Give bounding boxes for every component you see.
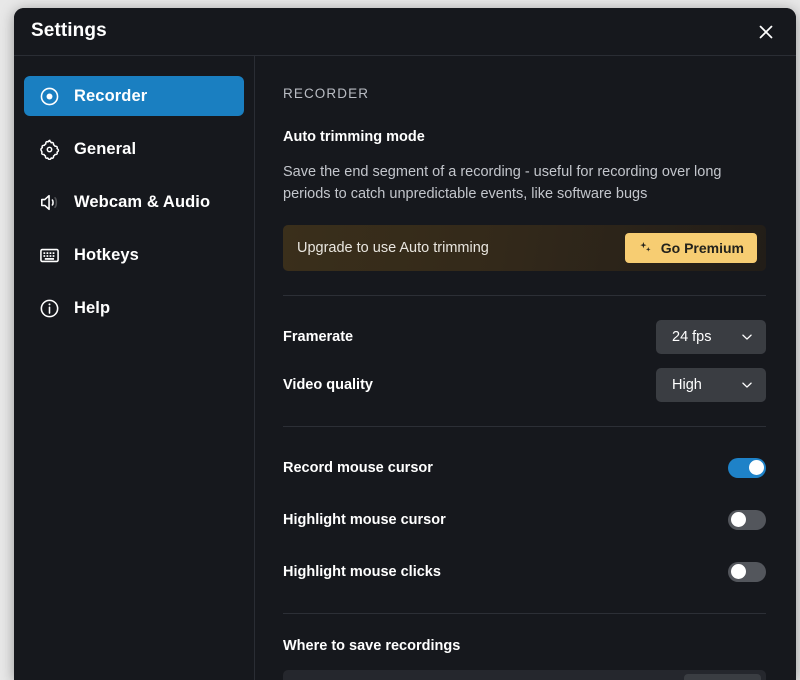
sidebar-item-webcam-audio[interactable]: Webcam & Audio [24, 182, 244, 222]
sidebar-item-general[interactable]: General [24, 129, 244, 169]
sidebar-item-label: Hotkeys [74, 245, 139, 264]
sidebar-item-help[interactable]: Help [24, 288, 244, 328]
sidebar-item-label: Webcam & Audio [74, 192, 211, 211]
upgrade-banner-text: Upgrade to use Auto trimming [297, 239, 489, 256]
video-quality-label: Video quality [283, 376, 373, 393]
close-button[interactable] [750, 16, 782, 48]
section-heading: RECORDER [283, 86, 370, 101]
highlight-mouse-cursor-label: Highlight mouse cursor [283, 511, 446, 528]
framerate-row: Framerate 24 fps [283, 319, 766, 354]
save-location-field[interactable]: C:\Users\Administrator\Videos\Flashback … [283, 669, 766, 680]
page-title: Settings [31, 20, 107, 41]
upgrade-banner: Upgrade to use Auto trimming Go Premium [283, 224, 766, 271]
toggle-knob [748, 460, 764, 476]
record-mouse-cursor-row: Record mouse cursor [283, 451, 766, 485]
toggle-knob [730, 512, 746, 528]
video-quality-value: High [672, 376, 702, 393]
auto-trimming-title: Auto trimming mode [283, 129, 425, 145]
highlight-mouse-cursor-toggle[interactable] [728, 509, 766, 530]
title-bar: Settings [14, 8, 796, 56]
video-quality-row: Video quality High [283, 367, 766, 402]
info-circle-icon [38, 297, 60, 319]
highlight-mouse-clicks-row: Highlight mouse clicks [283, 555, 766, 589]
sidebar-item-label: Help [74, 298, 111, 317]
auto-trimming-description: Save the end segment of a recording - us… [283, 164, 722, 203]
chevron-down-icon [742, 382, 752, 388]
highlight-mouse-clicks-label: Highlight mouse clicks [283, 563, 441, 580]
sidebar-item-label: Recorder [74, 86, 148, 105]
framerate-value: 24 fps [672, 328, 712, 345]
highlight-mouse-cursor-row: Highlight mouse cursor [283, 503, 766, 537]
record-mouse-cursor-label: Record mouse cursor [283, 459, 433, 476]
video-quality-dropdown[interactable]: High [656, 367, 766, 402]
framerate-label: Framerate [283, 328, 354, 345]
framerate-dropdown[interactable]: 24 fps [656, 319, 766, 354]
go-premium-label: Go Premium [660, 239, 744, 256]
toggle-knob [730, 564, 746, 580]
settings-content: RECORDER Auto trimming mode Save the end… [255, 56, 796, 680]
highlight-mouse-clicks-toggle[interactable] [728, 561, 766, 582]
record-circle-icon [38, 85, 60, 107]
divider-2 [283, 425, 766, 427]
keyboard-icon [38, 244, 60, 266]
close-icon [759, 25, 773, 39]
go-premium-button[interactable]: Go Premium [624, 232, 757, 263]
sidebar-item-recorder[interactable]: Recorder [24, 76, 244, 116]
chevron-down-icon [742, 334, 752, 340]
divider-1 [283, 294, 766, 296]
settings-dialog: Settings Recorder General Webcam & Audio… [14, 8, 796, 680]
sidebar-item-hotkeys[interactable]: Hotkeys [24, 235, 244, 275]
divider-3 [283, 612, 766, 614]
record-mouse-cursor-toggle[interactable] [728, 457, 766, 478]
save-location-title: Where to save recordings [283, 637, 461, 654]
mouse-options-group: Record mouse cursor Highlight mouse curs… [283, 451, 766, 589]
sidebar: Recorder General Webcam & Audio Hotkeys … [14, 56, 255, 680]
gear-icon [38, 138, 60, 160]
speaker-icon [38, 191, 60, 213]
browse-button[interactable]: Browse [684, 673, 761, 680]
sidebar-item-label: General [74, 139, 137, 158]
sparkles-icon [640, 242, 651, 253]
